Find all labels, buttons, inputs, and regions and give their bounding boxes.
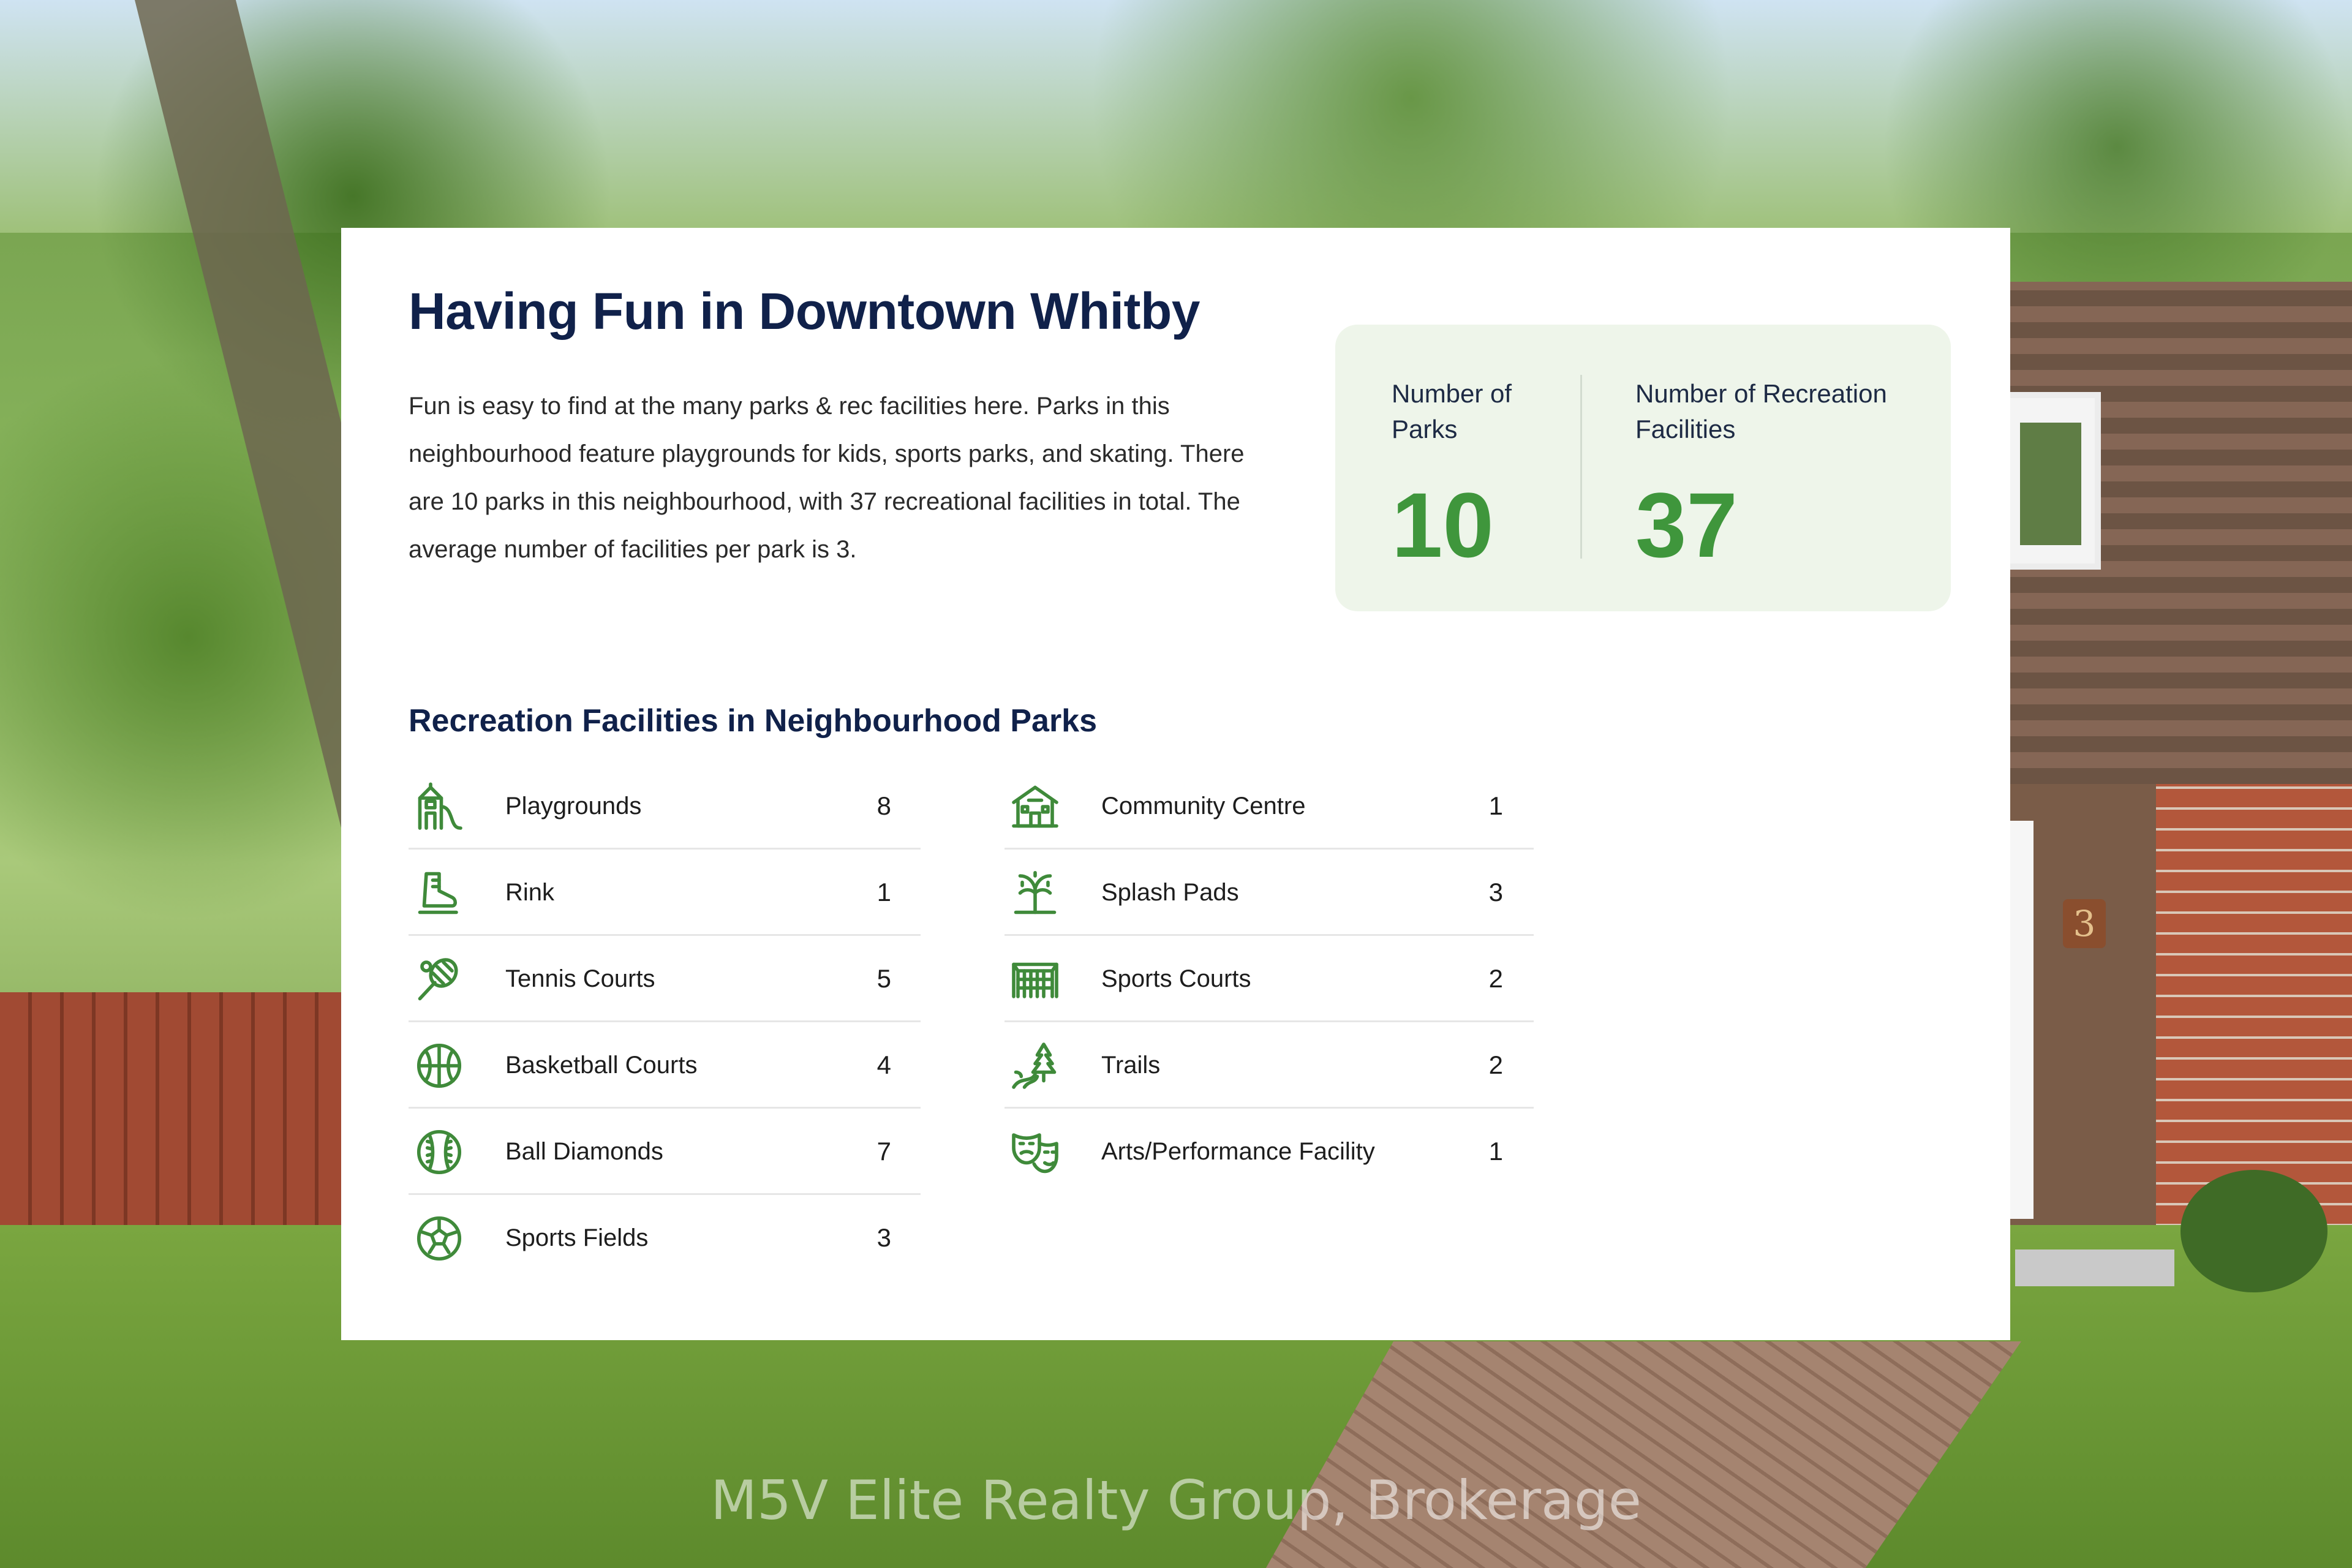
facility-count: 2 [1488,964,1503,993]
stats-divider [1580,375,1582,559]
facility-row-trails: Trails 2 [1005,1022,1534,1109]
facility-name: Trails [1101,1052,1161,1079]
card-description: Fun is easy to find at the many parks & … [409,393,1245,563]
trail-icon [1009,1040,1061,1091]
facility-name: Basketball Courts [505,1052,698,1079]
facility-name: Tennis Courts [505,965,655,992]
wooden-fence [0,992,343,1250]
stats-panel: Number of Parks 10 Number of Recreation … [1335,325,1951,611]
facility-count: 1 [1488,1137,1503,1166]
facility-count: 3 [876,1223,891,1252]
facility-name: Community Centre [1101,793,1306,820]
facility-count: 7 [876,1137,891,1166]
facility-count: 5 [876,964,891,993]
facility-row-playgrounds: Playgrounds 8 [409,763,921,850]
playground-icon [413,781,465,832]
stat-parks-label: Number of Parks [1392,379,1512,443]
facility-count: 8 [876,791,891,820]
stat-parks-value: 10 [1392,473,1494,576]
facility-row-tennis-courts: Tennis Courts 5 [409,936,921,1022]
facility-name: Sports Courts [1101,965,1251,992]
facility-count: 3 [1488,878,1503,907]
facility-name: Rink [505,879,555,906]
facility-count: 4 [876,1050,891,1079]
facility-count: 2 [1488,1050,1503,1079]
stat-facilities: Number of Recreation Facilities 37 [1635,325,1929,611]
facility-row-sports-fields: Sports Fields 3 [409,1195,921,1280]
facility-name: Sports Fields [505,1224,649,1251]
facility-name: Ball Diamonds [505,1138,663,1165]
door [2009,821,2034,1219]
door-step [2015,1250,2174,1286]
facility-name: Playgrounds [505,793,642,820]
tennis-icon [413,954,465,1005]
facility-name: Arts/Performance Facility [1101,1138,1375,1165]
theatre-masks-icon [1009,1126,1061,1178]
soccer-ball-icon [413,1213,465,1264]
facility-name: Splash Pads [1101,879,1239,906]
brokerage-watermark: M5V Elite Realty Group, Brokerage [710,1469,1642,1532]
sports-court-icon [1009,954,1061,1005]
house-window [2003,392,2101,570]
community-centre-icon [1009,781,1061,832]
baseball-icon [413,1126,465,1178]
facility-count: 1 [876,878,891,907]
facility-row-basketball-courts: Basketball Courts 4 [409,1022,921,1109]
splash-pad-icon [1009,867,1061,919]
basketball-icon [413,1040,465,1091]
stat-parks: Number of Parks 10 [1392,325,1575,611]
facility-row-ball-diamonds: Ball Diamonds 7 [409,1109,921,1195]
stat-facilities-value: 37 [1635,473,1738,576]
stat-facilities-label: Number of Recreation Facilities [1635,379,1887,443]
house-number-plate: 3 [2063,899,2106,948]
facility-row-arts-performance: Arts/Performance Facility 1 [1005,1109,1534,1193]
facility-row-rink: Rink 1 [409,850,921,936]
shrub [2180,1170,2328,1292]
facility-count: 1 [1488,791,1503,820]
card-title: Having Fun in Downtown Whitby [409,282,1200,340]
facilities-section-title: Recreation Facilities in Neighbourhood P… [409,703,1098,739]
skate-icon [413,867,465,919]
facility-row-splash-pads: Splash Pads 3 [1005,850,1534,936]
facility-row-community-centre: Community Centre 1 [1005,763,1534,850]
facilities-list-right: Community Centre 1 Splash Pads 3 Sports … [1005,763,1534,1193]
facilities-list-left: Playgrounds 8 Rink 1 Tennis Courts 5 Bas… [409,763,921,1280]
info-card: Having Fun in Downtown Whitby Fun is eas… [341,228,2010,1340]
facility-row-sports-courts: Sports Courts 2 [1005,936,1534,1022]
